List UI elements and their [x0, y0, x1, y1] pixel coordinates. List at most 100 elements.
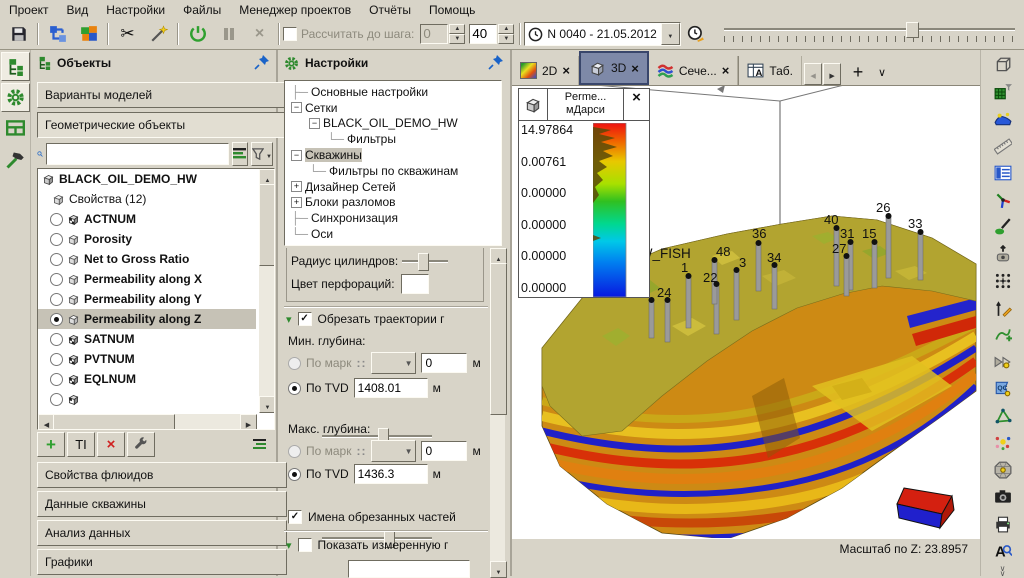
add-view-button[interactable]: + [845, 59, 871, 85]
radio[interactable] [50, 233, 63, 246]
tree-item-eqlnum[interactable]: EQLNUM [38, 369, 256, 389]
cut-trajectories-checkbox[interactable] [298, 312, 312, 326]
cut-button[interactable]: ✂ [113, 21, 142, 48]
trajectory-edit-button[interactable] [989, 296, 1017, 319]
triangulation-button[interactable] [989, 404, 1017, 427]
wand-button[interactable] [144, 21, 173, 48]
object-settings-button[interactable] [127, 432, 155, 457]
menu-settings[interactable]: Настройки [97, 1, 174, 19]
tree-item-actnum[interactable]: ACTNUM [38, 209, 256, 229]
sphere-button[interactable] [989, 458, 1017, 481]
max-by-tvd-radio[interactable] [288, 468, 301, 481]
rail-objects-button[interactable] [1, 52, 30, 81]
radio[interactable] [50, 213, 63, 226]
stree-sync[interactable]: ├─Синхронизация [291, 210, 501, 226]
min-marker-dropdown[interactable] [371, 352, 416, 374]
pin-button[interactable] [488, 54, 504, 73]
tab-3d-close-icon[interactable]: × [631, 61, 639, 76]
stree-grids[interactable]: Сетки [291, 100, 501, 116]
pause-button[interactable] [214, 21, 243, 48]
stree-axes[interactable]: └─Оси [291, 226, 501, 242]
stree-wells[interactable]: Скважины [291, 147, 501, 163]
menu-files[interactable]: Файлы [174, 1, 230, 19]
tab-2d-close-icon[interactable]: × [562, 63, 570, 78]
markers-button[interactable] [989, 350, 1017, 373]
collapse-icon[interactable] [309, 118, 320, 129]
stree-model[interactable]: BLACK_OIL_DEMO_HW [291, 116, 501, 132]
font-search-button[interactable]: A [989, 539, 1017, 562]
objects-tree-hscrollbar[interactable] [38, 414, 257, 429]
stree-well-filters[interactable]: └─Фильтры по скважинам [291, 163, 501, 179]
save-button[interactable] [4, 21, 33, 48]
radio[interactable] [50, 353, 63, 366]
step-to-up[interactable] [498, 24, 514, 34]
well-data-button[interactable]: Данные скважины [37, 491, 287, 517]
step-to-input[interactable] [469, 24, 497, 44]
rail-tools-button[interactable] [1, 145, 30, 174]
timestep-dropdown-button[interactable] [661, 23, 680, 45]
pin-button[interactable] [254, 54, 270, 73]
report-form-button[interactable] [989, 161, 1017, 184]
step-from-up[interactable] [449, 24, 465, 34]
stop-button[interactable]: × [245, 21, 274, 48]
sort-list-button[interactable] [232, 142, 248, 166]
tree-item-permz[interactable]: Permeability along Z [38, 309, 256, 329]
expand-icon[interactable] [291, 197, 302, 208]
tree-item-satnum[interactable]: SATNUM [38, 329, 256, 349]
max-by-marker-radio[interactable] [288, 445, 301, 458]
search-input[interactable] [46, 143, 229, 165]
puzzle-button[interactable] [74, 21, 103, 48]
radio[interactable] [50, 293, 63, 306]
print-button[interactable] [989, 512, 1017, 535]
radio[interactable] [50, 253, 63, 266]
stree-fault-blocks[interactable]: Блоки разломов [291, 195, 501, 211]
tab-section-close-icon[interactable]: × [722, 63, 730, 78]
menu-help[interactable]: Помощь [420, 1, 484, 19]
menu-project[interactable]: Проект [0, 1, 58, 19]
axes-button[interactable] [989, 188, 1017, 211]
tab-3d[interactable]: 3D × [579, 51, 649, 85]
menu-reports[interactable]: Отчёты [360, 1, 420, 19]
view-menu-button[interactable]: ∨ [871, 59, 893, 85]
tree-item-clipped[interactable] [38, 389, 256, 409]
qc-button[interactable]: QC [989, 377, 1017, 400]
menu-project-manager[interactable]: Менеджер проектов [230, 1, 360, 19]
ruler-button[interactable] [989, 134, 1017, 157]
tree-group-row[interactable]: Свойства (12) [38, 189, 256, 209]
objects-tree-vscrollbar[interactable] [259, 169, 274, 411]
tab-2d[interactable]: 2D × [512, 56, 579, 85]
run-button[interactable] [183, 21, 212, 48]
color-points-button[interactable] [989, 431, 1017, 454]
tree-item-permy[interactable]: Permeability along Y [38, 289, 256, 309]
tree-item-ntg[interactable]: Net to Gross Ratio [38, 249, 256, 269]
min-by-tvd-radio[interactable] [288, 382, 301, 395]
timestep-slider-handle[interactable] [906, 22, 919, 38]
min-marker-input[interactable] [421, 353, 467, 373]
paint-button[interactable] [989, 215, 1017, 238]
radio[interactable] [50, 373, 63, 386]
cut-names-checkbox[interactable] [288, 510, 302, 524]
geometric-objects-button[interactable]: Геометрические объекты [37, 112, 287, 138]
step-from-spinner[interactable] [420, 24, 465, 44]
point-grid-button[interactable] [989, 269, 1017, 292]
workflow-button[interactable] [43, 21, 72, 48]
section-collapse-icon[interactable] [286, 312, 292, 326]
tab-table[interactable]: А Таб. [738, 56, 802, 85]
step-to-spinner[interactable] [469, 24, 514, 44]
radio-selected[interactable] [50, 313, 63, 326]
max-tvd-input[interactable] [354, 464, 428, 484]
calc-to-step-checkbox[interactable] [283, 27, 297, 41]
legend-close-button[interactable]: × [624, 89, 649, 120]
tabs-scroll-left-button[interactable] [804, 63, 822, 85]
list-menu-button[interactable] [247, 432, 273, 457]
settings-tree[interactable]: ├─Основные настройки Сетки BLACK_OIL_DEM… [284, 80, 502, 246]
rename-button[interactable]: TI [67, 432, 95, 457]
radio[interactable] [50, 333, 63, 346]
tabs-scroll-right-button[interactable] [823, 63, 841, 85]
clipped-input[interactable] [348, 560, 470, 578]
stree-main[interactable]: ├─Основные настройки [291, 84, 501, 100]
tree-item-pvtnum[interactable]: PVTNUM [38, 349, 256, 369]
tree-item-permx[interactable]: Permeability along X [38, 269, 256, 289]
max-marker-input[interactable] [421, 441, 467, 461]
terrain-button[interactable] [989, 107, 1017, 130]
